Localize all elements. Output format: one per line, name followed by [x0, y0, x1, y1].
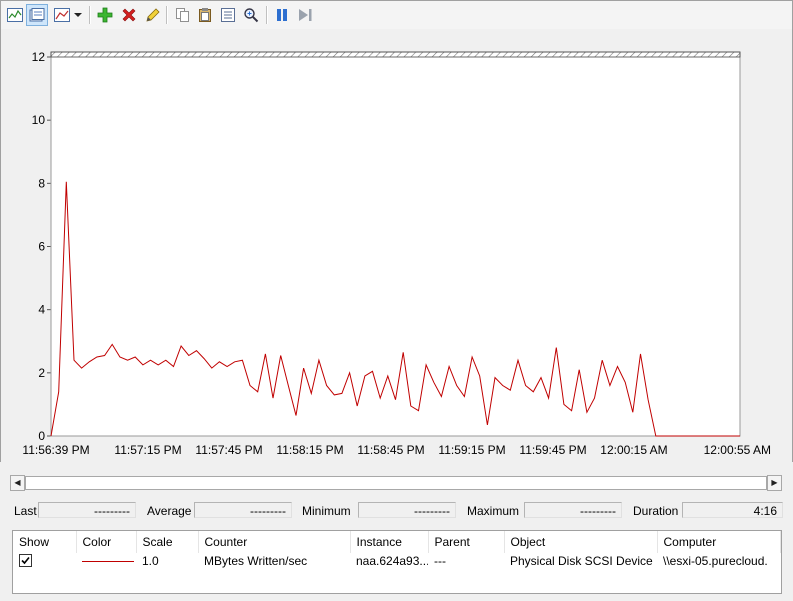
x-tick-label: 12:00:15 AM [600, 443, 667, 457]
parent-cell: --- [434, 554, 446, 568]
highlight-button[interactable] [142, 5, 162, 25]
chevron-down-icon [74, 12, 82, 17]
zoom-icon [244, 8, 259, 23]
scrollbar-track[interactable] [25, 476, 767, 490]
paste-counter-list-button[interactable] [195, 5, 215, 25]
toolbar-separator [166, 6, 168, 24]
y-tick-label: 0 [38, 429, 45, 443]
counter-cell: MBytes Written/sec [204, 554, 308, 568]
column-header-color[interactable]: Color [76, 531, 137, 553]
time-range-hatch [50, 51, 741, 58]
change-graph-type-button[interactable] [52, 5, 72, 25]
freeze-display-icon [277, 9, 287, 21]
view-current-activity-button[interactable] [5, 5, 25, 25]
column-header-instance[interactable]: Instance [350, 531, 429, 553]
delete-counter-icon [122, 8, 136, 22]
color-swatch [82, 561, 134, 563]
counter-legend: Show Color Scale Counter Instance Parent… [12, 530, 782, 594]
highlight-icon [146, 8, 160, 22]
scale-cell: 1.0 [142, 554, 159, 568]
copy-properties-icon [176, 8, 189, 22]
column-header-scale[interactable]: Scale [136, 531, 199, 553]
color-cell [76, 553, 136, 569]
table-row[interactable]: 1.0 MBytes Written/sec naa.624a93... ---… [13, 553, 781, 569]
stats-bar: Last --------- Average --------- Minimum… [0, 500, 793, 522]
y-tick-label: 8 [38, 176, 45, 190]
y-tick-label: 12 [32, 50, 46, 64]
delete-counter-button[interactable] [119, 5, 139, 25]
x-axis: 11:56:39 PM 11:57:15 PM 11:57:45 PM 11:58:1… [22, 443, 771, 457]
toolbar-separator [89, 6, 91, 24]
column-header-computer[interactable]: Computer [657, 531, 781, 553]
x-tick-label: 11:58:15 PM [276, 443, 343, 457]
toolbar-separator [266, 6, 268, 24]
duration-label: Duration [633, 504, 679, 518]
y-tick-label: 6 [38, 240, 45, 254]
graph-type-dropdown[interactable] [71, 5, 85, 25]
copy-properties-button[interactable] [173, 5, 193, 25]
legend-header-row: Show Color Scale Counter Instance Parent… [13, 531, 781, 553]
change-graph-type-icon [54, 8, 70, 22]
paste-counter-list-icon [199, 8, 211, 22]
y-tick-label: 2 [38, 366, 45, 380]
y-tick-label: 10 [32, 113, 46, 127]
properties-button[interactable] [218, 5, 238, 25]
time-scrollbar[interactable]: ◀ ▶ [10, 475, 782, 491]
column-header-parent[interactable]: Parent [428, 531, 505, 553]
column-header-object[interactable]: Object [504, 531, 658, 553]
x-tick-label: 12:00:55 AM [704, 443, 771, 457]
show-checkbox[interactable] [19, 554, 32, 567]
update-data-button[interactable] [295, 5, 315, 25]
average-label: Average [147, 504, 192, 518]
add-counter-icon [97, 7, 113, 23]
x-tick-label: 11:57:15 PM [114, 443, 181, 457]
x-tick-label: 11:58:45 PM [357, 443, 424, 457]
freeze-display-button[interactable] [272, 5, 292, 25]
performance-graph[interactable]: 0 2 4 6 8 10 12 11:56:39 PM 11:57:15 PM 11:57:45… [0, 29, 791, 462]
view-log-data-button[interactable] [26, 4, 48, 26]
view-current-activity-icon [7, 8, 23, 22]
minimum-value: --------- [358, 502, 456, 518]
show-cell [13, 553, 76, 569]
plot-area [50, 51, 741, 437]
x-tick-label: 11:59:45 PM [519, 443, 586, 457]
maximum-label: Maximum [467, 504, 520, 518]
maximum-value: --------- [524, 502, 622, 518]
computer-cell: \\esxi-05.purecloud. [663, 554, 768, 568]
instance-cell: naa.624a93... [356, 554, 428, 568]
x-tick-label: 11:59:15 PM [438, 443, 505, 457]
scroll-left-button[interactable]: ◀ [10, 475, 25, 491]
add-counter-button[interactable] [95, 5, 115, 25]
column-header-show[interactable]: Show [13, 531, 77, 553]
toolbar [0, 0, 793, 30]
x-tick-label: 11:56:39 PM [22, 443, 89, 457]
object-cell: Physical Disk SCSI Device [510, 554, 653, 568]
last-label: Last [14, 504, 37, 518]
y-axis: 0 2 4 6 8 10 12 [32, 50, 51, 443]
update-data-icon [299, 9, 312, 21]
column-header-counter[interactable]: Counter [198, 531, 351, 553]
last-value: --------- [38, 502, 136, 518]
view-log-data-icon [29, 8, 45, 22]
minimum-label: Minimum [302, 504, 351, 518]
average-value: --------- [194, 502, 292, 518]
x-tick-label: 11:57:45 PM [195, 443, 262, 457]
checkmark-icon [21, 556, 30, 565]
duration-value: 4:16 [682, 502, 783, 518]
zoom-button[interactable] [241, 5, 261, 25]
properties-icon [221, 8, 235, 22]
y-tick-label: 4 [38, 303, 45, 317]
scroll-right-button[interactable]: ▶ [767, 475, 782, 491]
